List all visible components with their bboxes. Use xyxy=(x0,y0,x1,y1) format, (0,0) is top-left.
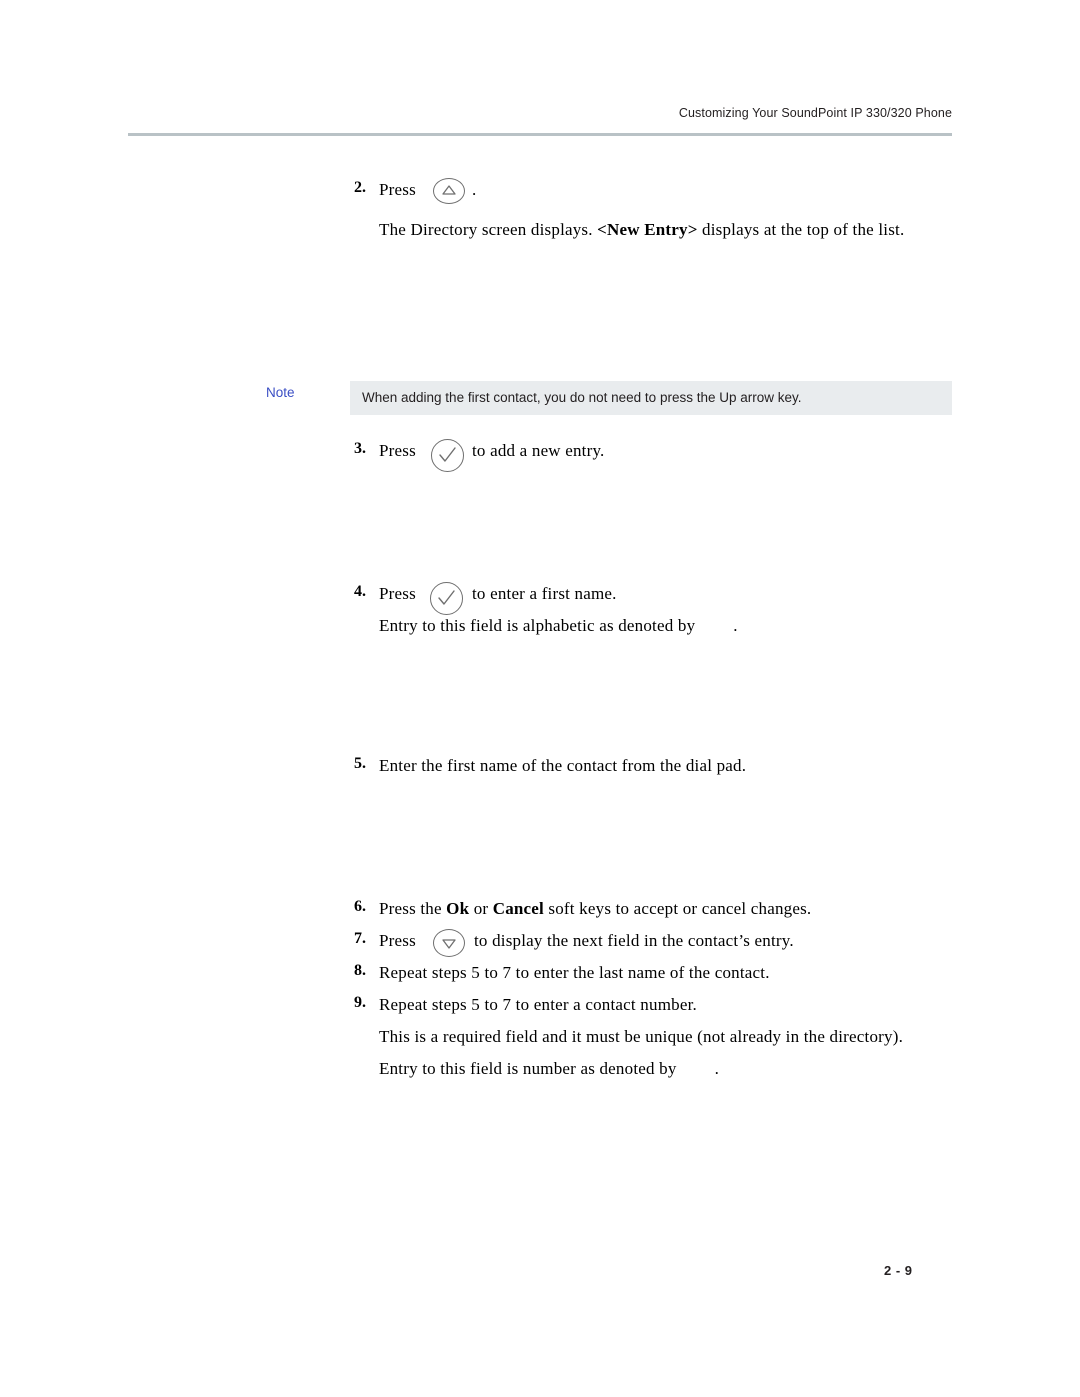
step-6-cancel-label: Cancel xyxy=(492,899,544,918)
check-key-icon xyxy=(430,582,463,615)
step-9-subtext-1: This is a required field and it must be … xyxy=(379,1027,904,1046)
step-4-subtext: Entry to this field is alphabetic as den… xyxy=(379,615,738,637)
step-number-3: 3. xyxy=(354,440,366,457)
step-3-text: to add a new entry. xyxy=(472,441,605,460)
step-4-subtext-a: Entry to this field is alphabetic as den… xyxy=(379,616,696,635)
running-header-title: Customizing Your SoundPoint IP 330/320 P… xyxy=(678,106,952,120)
down-arrow-key-icon xyxy=(433,929,465,957)
step-number-7: 7. xyxy=(354,930,366,947)
step-number-8: 8. xyxy=(354,962,366,979)
step-3-press-label: Press xyxy=(379,441,416,460)
check-key-icon xyxy=(431,439,464,472)
step-2-result-part-a: The Directory screen displays. xyxy=(379,220,598,239)
step-2-result-line: The Directory screen displays. <New Entr… xyxy=(379,219,904,241)
page-number: 2 - 9 xyxy=(884,1263,913,1278)
step-4-text: to enter a first name. xyxy=(472,584,617,603)
step-6-part-a: Press the xyxy=(379,899,447,918)
step-number-4: 4. xyxy=(354,583,366,600)
step-7-text: to display the next field in the contact… xyxy=(474,931,794,950)
step-6-ok-label: Ok xyxy=(446,899,470,918)
step-number-6: 6. xyxy=(354,898,366,915)
header-divider xyxy=(128,133,952,136)
step-2-period: . xyxy=(472,180,477,199)
step-2-result-part-c: displays at the top of the list. xyxy=(697,220,905,239)
step-6-part-b: or xyxy=(469,899,493,918)
step-9-subtext-2-a: Entry to this field is number as denoted… xyxy=(379,1059,677,1078)
step-2-press-label: Press xyxy=(379,180,416,199)
step-8-text: Repeat steps 5 to 7 to enter the last na… xyxy=(379,963,770,982)
step-6-text: Press the Ok or Cancel soft keys to acce… xyxy=(379,898,811,920)
step-number-2: 2. xyxy=(354,179,366,196)
step-number-9: 9. xyxy=(354,994,366,1011)
step-number-5: 5. xyxy=(354,755,366,772)
note-label: Note xyxy=(266,385,295,400)
step-6-part-c: soft keys to accept or cancel changes. xyxy=(543,899,812,918)
step-4-subtext-b: . xyxy=(733,616,738,635)
step-2-new-entry-token: <New Entry> xyxy=(597,220,698,239)
step-9-text: Repeat steps 5 to 7 to enter a contact n… xyxy=(379,995,697,1014)
step-7-press-label: Press xyxy=(379,931,416,950)
step-9-subtext-2: Entry to this field is number as denoted… xyxy=(379,1058,719,1080)
step-9-subtext-2-b: . xyxy=(714,1059,720,1078)
step-5-text: Enter the first name of the contact from… xyxy=(379,756,747,775)
note-box: When adding the first contact, you do no… xyxy=(350,381,952,415)
step-4-press-label: Press xyxy=(379,584,416,603)
up-arrow-key-icon xyxy=(433,178,465,204)
note-box-text: When adding the first contact, you do no… xyxy=(362,390,802,405)
